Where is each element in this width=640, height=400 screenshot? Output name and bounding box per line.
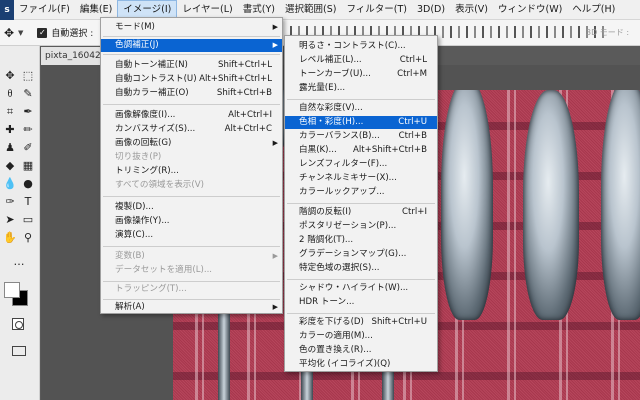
healing-brush-icon[interactable]: ✚ bbox=[2, 122, 18, 138]
auto-select-checkbox[interactable]: ✓ bbox=[37, 27, 48, 38]
spoon-image bbox=[601, 90, 640, 320]
menu-window[interactable]: ウィンドウ(W) bbox=[493, 0, 567, 20]
menu-item-equalize[interactable]: 平均化 (イコライズ)(Q) bbox=[285, 358, 437, 371]
menu-item-color-lookup[interactable]: カラールックアップ... bbox=[285, 186, 437, 199]
align-extra4-icon[interactable] bbox=[546, 26, 556, 38]
menu-item-gradient-map[interactable]: グラデーションマップ(G)... bbox=[285, 248, 437, 261]
menu-item-selective-color[interactable]: 特定色域の選択(S)... bbox=[285, 262, 437, 275]
menu-item-channel-mixer[interactable]: チャンネルミキサー(X)... bbox=[285, 172, 437, 185]
marquee-icon[interactable]: ⬚ bbox=[20, 68, 36, 84]
menu-item-photo-filter[interactable]: レンズフィルター(F)... bbox=[285, 158, 437, 171]
menu-item-color-balance[interactable]: カラーバランス(B)... Ctrl+B bbox=[285, 130, 437, 143]
pen-icon[interactable]: ✑ bbox=[2, 194, 18, 210]
rectangle-icon[interactable]: ▭ bbox=[20, 212, 36, 228]
adjustments-submenu: 明るさ・コントラスト(C)... レベル補正(L)... Ctrl+L トーンカー… bbox=[284, 35, 438, 372]
eyedropper-icon[interactable]: ✒ bbox=[20, 104, 36, 120]
photoshop-logo-icon: s bbox=[0, 0, 14, 20]
lasso-icon[interactable]: ᦲ bbox=[2, 86, 18, 102]
menu-item-vibrance[interactable]: 自然な彩度(V)... bbox=[285, 102, 437, 115]
eraser-icon[interactable]: ◆ bbox=[2, 158, 18, 174]
menu-3d[interactable]: 3D(D) bbox=[412, 0, 450, 20]
dodge-icon[interactable]: ● bbox=[20, 176, 36, 192]
menu-item-crop: 切り抜き(P) bbox=[115, 152, 162, 162]
menu-item-hdr-toning[interactable]: HDR トーン... bbox=[285, 296, 437, 309]
crop-icon[interactable]: ⌗ bbox=[2, 104, 18, 120]
path-select-icon[interactable]: ➤ bbox=[2, 212, 18, 228]
blur-icon[interactable]: 💧 bbox=[2, 176, 18, 192]
tool-preset-caret-icon[interactable]: ▼ bbox=[18, 29, 23, 37]
menu-item-duplicate[interactable]: 複製(D)... bbox=[101, 201, 282, 214]
zoom-icon[interactable]: ⚲ bbox=[20, 230, 36, 246]
menu-item-apply-image[interactable]: 画像操作(Y)... bbox=[101, 215, 282, 228]
gradient-icon[interactable]: ▦ bbox=[20, 158, 36, 174]
align-bottom-icon[interactable] bbox=[482, 26, 492, 38]
menu-item-trap: トラッピング(T)... bbox=[115, 284, 187, 294]
align-extra3-icon[interactable] bbox=[530, 26, 540, 38]
menu-item-shadows-highlights[interactable]: シャドウ・ハイライト(W)... bbox=[285, 282, 437, 295]
quick-mask-icon[interactable] bbox=[12, 318, 24, 330]
menu-item-brightness-contrast[interactable]: 明るさ・コントラスト(C)... bbox=[285, 40, 437, 53]
auto-select-label: 自動選択 : bbox=[51, 29, 94, 39]
clone-stamp-icon[interactable]: ♟ bbox=[2, 140, 18, 156]
menu-item-black-white[interactable]: 白黒(K)... Alt+Shift+Ctrl+B bbox=[285, 144, 437, 157]
menu-item-mode[interactable]: モード(M) ▶ bbox=[101, 21, 282, 34]
menu-help[interactable]: ヘルプ(H) bbox=[567, 0, 620, 20]
screen-mode-icon[interactable] bbox=[12, 346, 26, 356]
menu-item-posterize[interactable]: ポスタリゼーション(P)... bbox=[285, 220, 437, 233]
tools-panel: ✥ ⬚ ᦲ ✎ ⌗ ✒ ✚ ✏ ♟ ✐ ◆ ▦ 💧 ● ✑ T ➤ ▭ ✋ ⚲ … bbox=[0, 46, 40, 400]
menu-item-reveal-all: すべての領域を表示(V) bbox=[115, 180, 204, 190]
menu-item-image-size[interactable]: 画像解像度(I)... Alt+Ctrl+I bbox=[101, 109, 282, 122]
menu-item-exposure[interactable]: 露光量(E)... bbox=[285, 82, 437, 95]
history-brush-icon[interactable]: ✐ bbox=[20, 140, 36, 156]
menu-item-desaturate[interactable]: 彩度を下げる(D) Shift+Ctrl+U bbox=[285, 316, 437, 329]
menu-item-hue-saturation[interactable]: 色相・彩度(H)... Ctrl+U bbox=[285, 116, 437, 129]
menu-item-replace-color[interactable]: 色の置き換え(R)... bbox=[285, 344, 437, 357]
menu-item-threshold[interactable]: 2 階調化(T)... bbox=[285, 234, 437, 247]
menu-filter[interactable]: フィルター(T) bbox=[341, 0, 412, 20]
quick-select-icon[interactable]: ✎ bbox=[20, 86, 36, 102]
hand-icon[interactable]: ✋ bbox=[2, 230, 18, 246]
align-middle-icon[interactable] bbox=[466, 26, 476, 38]
submenu-arrow-icon: ▶ bbox=[272, 23, 278, 31]
image-menu-dropdown: モード(M) ▶ 色調補正(J) ▶ 自動トーン補正(N) Shift+Ctrl+L … bbox=[100, 17, 283, 314]
menu-item-trim[interactable]: トリミング(R)... bbox=[101, 165, 282, 178]
3d-mode-label: 3D モード : bbox=[586, 28, 630, 37]
foreground-color-swatch[interactable] bbox=[4, 282, 20, 298]
menu-item-auto-contrast[interactable]: 自動コントラスト(U) Alt+Shift+Ctrl+L bbox=[101, 73, 282, 86]
move-tool-icon[interactable]: ✥ bbox=[2, 26, 16, 40]
menu-item-adjustments[interactable]: 色調補正(J) ▶ bbox=[101, 39, 282, 52]
menu-item-auto-color[interactable]: 自動カラー補正(O) Shift+Ctrl+B bbox=[101, 87, 282, 100]
spoon-image bbox=[523, 90, 579, 320]
menu-item-canvas-size[interactable]: カンバスサイズ(S)... Alt+Ctrl+C bbox=[101, 123, 282, 136]
menu-item-analysis[interactable]: 解析(A) ▶ bbox=[101, 301, 282, 314]
align-top-icon[interactable] bbox=[450, 26, 460, 38]
menu-item-levels[interactable]: レベル補正(L)... Ctrl+L bbox=[285, 54, 437, 67]
submenu-arrow-icon: ▶ bbox=[272, 252, 278, 260]
menu-item-auto-tone[interactable]: 自動トーン補正(N) Shift+Ctrl+L bbox=[101, 59, 282, 72]
submenu-arrow-icon: ▶ bbox=[272, 303, 278, 311]
menu-item-invert[interactable]: 階調の反転(I) Ctrl+I bbox=[285, 206, 437, 219]
menu-select[interactable]: 選択範囲(S) bbox=[280, 0, 341, 20]
menu-bar: s ファイル(F) 編集(E) イメージ(I) レイヤー(L) 書式(Y) 選択… bbox=[0, 0, 640, 20]
align-extra5-icon[interactable] bbox=[562, 26, 572, 38]
menu-item-calculations[interactable]: 演算(C)... bbox=[101, 229, 282, 242]
align-extra2-icon[interactable] bbox=[514, 26, 524, 38]
menu-file[interactable]: ファイル(F) bbox=[14, 0, 75, 20]
menu-item-match-color[interactable]: カラーの適用(M)... bbox=[285, 330, 437, 343]
submenu-arrow-icon: ▶ bbox=[272, 41, 278, 49]
menu-item-variables: 変数(B) ▶ bbox=[115, 251, 278, 261]
more-icon[interactable]: … bbox=[11, 254, 27, 270]
menu-view[interactable]: 表示(V) bbox=[450, 0, 493, 20]
menu-item-apply-data-set: データセットを適用(L)... bbox=[115, 265, 213, 275]
brush-icon[interactable]: ✏ bbox=[20, 122, 36, 138]
align-extra-icon[interactable] bbox=[498, 26, 508, 38]
spoon-image bbox=[441, 90, 493, 320]
type-icon[interactable]: T bbox=[20, 194, 36, 210]
menu-item-image-rotation[interactable]: 画像の回転(G) ▶ bbox=[101, 137, 282, 150]
submenu-arrow-icon: ▶ bbox=[272, 139, 278, 147]
menu-item-curves[interactable]: トーンカーブ(U)... Ctrl+M bbox=[285, 68, 437, 81]
move-icon[interactable]: ✥ bbox=[2, 68, 18, 84]
